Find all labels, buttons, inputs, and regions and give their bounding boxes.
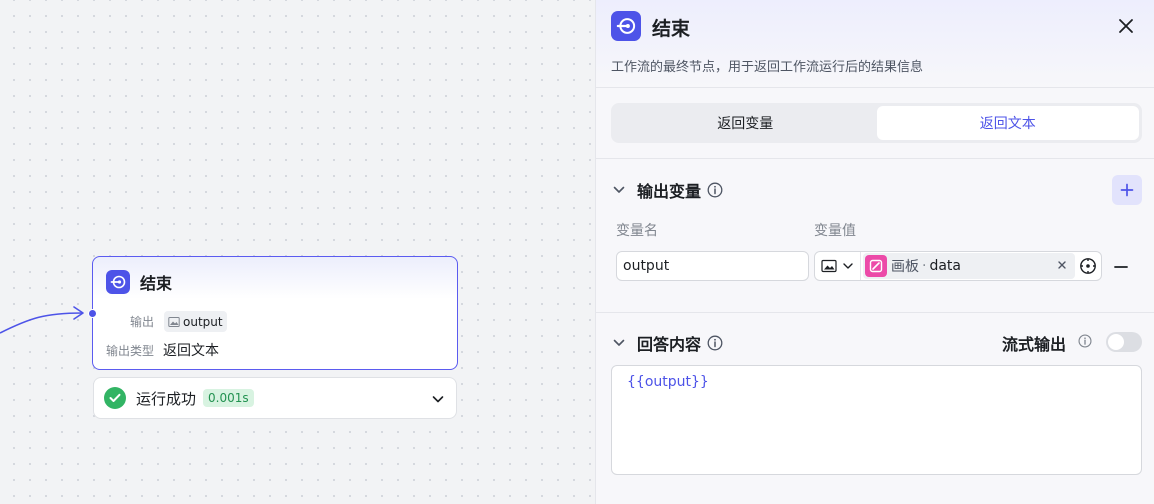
variable-value-selector[interactable]: 画板 · data — [814, 251, 1102, 281]
chevron-down-icon[interactable] — [613, 184, 625, 196]
info-icon[interactable] — [707, 335, 723, 351]
reference-node-name: 画板 — [891, 259, 919, 275]
end-node[interactable]: 结束 输出 output 输出类型 返回文本 — [88, 256, 458, 370]
reference-separator: · — [922, 258, 927, 274]
divider — [596, 158, 1154, 159]
tab-return-variable[interactable]: 返回变量 — [614, 106, 877, 140]
answer-content-editor[interactable]: {{output}} — [611, 365, 1142, 475]
variable-name-input[interactable] — [616, 251, 809, 281]
stream-output-toggle[interactable] — [1106, 332, 1142, 352]
success-check-icon — [104, 387, 126, 409]
stream-output-label: 流式输出 — [1002, 335, 1067, 354]
chevron-down-icon[interactable] — [613, 337, 625, 349]
run-status-bar[interactable]: 运行成功 0.001s — [93, 377, 457, 419]
output-section-title: 输出变量 — [637, 182, 702, 201]
node-config-panel: 结束 工作流的最终节点，用于返回工作流运行后的结果信息 返回变量 返回文本 输出… — [595, 0, 1154, 504]
close-icon[interactable] — [1117, 17, 1135, 35]
node-output-tag: output — [164, 311, 227, 332]
info-icon[interactable] — [1078, 334, 1092, 348]
add-output-button[interactable] — [1112, 175, 1142, 205]
node-output-label: 输出 — [130, 315, 155, 329]
image-type-icon — [821, 259, 837, 273]
clear-icon[interactable] — [1055, 258, 1069, 272]
variable-reference-chip[interactable]: 画板 · data — [863, 253, 1075, 279]
answer-section-title: 回答内容 — [637, 335, 702, 354]
connection-edge[interactable] — [0, 296, 96, 336]
variable-type-select[interactable] — [815, 252, 861, 280]
panel-title: 结束 — [652, 18, 691, 40]
end-node-icon — [611, 11, 641, 41]
answer-section-header[interactable]: 回答内容 — [613, 331, 723, 355]
canvas-node-icon — [865, 255, 887, 277]
col-label-value: 变量值 — [814, 223, 856, 239]
node-output-type-value: 返回文本 — [163, 343, 220, 359]
image-type-icon — [168, 316, 180, 327]
workflow-canvas[interactable]: 结束 输出 output 输出类型 返回文本 运行成功 0.001s — [0, 0, 596, 504]
col-label-name: 变量名 — [616, 223, 658, 239]
reference-variable-name: data — [929, 258, 961, 274]
plus-icon — [1120, 183, 1134, 197]
run-duration-badge: 0.001s — [203, 389, 254, 407]
chevron-down-icon — [843, 263, 853, 269]
chevron-down-icon[interactable] — [431, 392, 445, 406]
info-icon[interactable] — [707, 182, 723, 198]
return-mode-tabs: 返回变量 返回文本 — [611, 103, 1142, 143]
toggle-knob — [1108, 334, 1124, 350]
output-section-header[interactable]: 输出变量 — [613, 178, 723, 202]
variable-reference-icon[interactable] — [1079, 257, 1097, 275]
remove-row-icon[interactable] — [1114, 265, 1128, 269]
node-title: 结束 — [140, 274, 173, 293]
tab-return-text[interactable]: 返回文本 — [876, 106, 1139, 140]
run-status-label: 运行成功 — [136, 389, 197, 408]
panel-header: 结束 工作流的最终节点，用于返回工作流运行后的结果信息 — [596, 0, 1154, 88]
panel-description: 工作流的最终节点，用于返回工作流运行后的结果信息 — [611, 60, 924, 75]
input-port[interactable] — [88, 309, 97, 318]
divider — [596, 312, 1154, 313]
end-node-icon — [106, 270, 130, 294]
node-output-type-label: 输出类型 — [106, 343, 155, 358]
